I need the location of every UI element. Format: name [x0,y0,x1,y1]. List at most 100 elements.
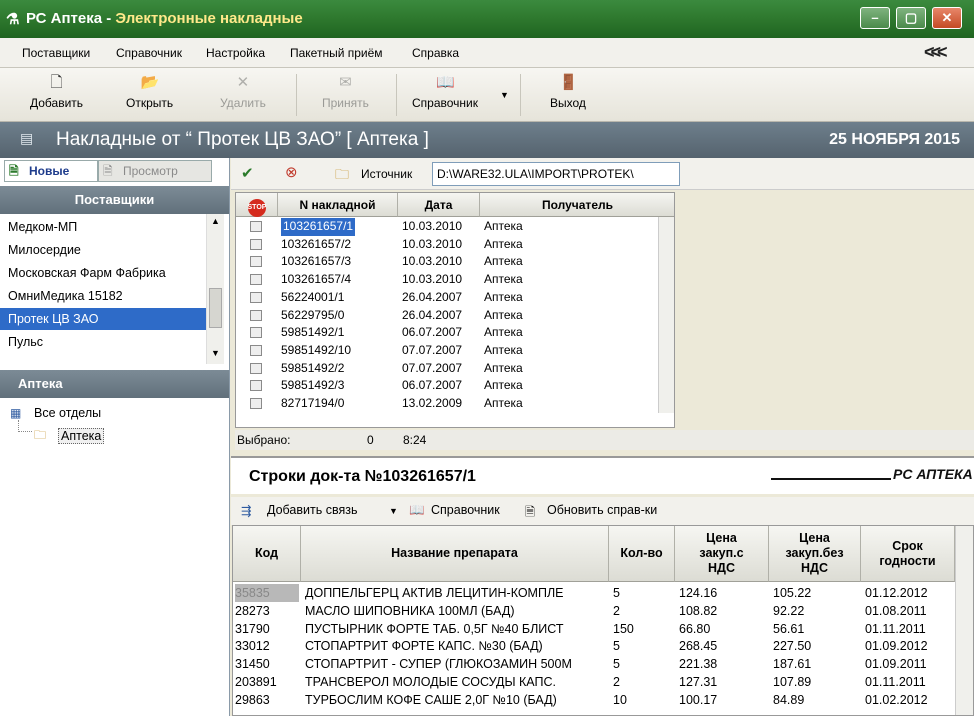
lines-grid-scrollbar[interactable] [955,526,973,715]
column-expiry[interactable]: Срок годности [861,526,955,582]
line-quantity: 5 [613,657,620,672]
source-path-field[interactable]: D:\WARE32.ULA\IMPORT\PROTEK\ [432,162,680,186]
invoice-row[interactable]: 103261657/310.03.2010Аптека▼ [236,253,674,271]
supplier-item[interactable]: Милосердие [0,239,206,261]
invoice-number: 103261657/2 [281,236,352,251]
invoice-row[interactable]: 103261657/110.03.2010Аптека▼ [236,218,674,236]
invoice-row[interactable]: 59851492/106.07.2007Аптека▼ [236,324,674,342]
header-band: ▤ Накладные от “ Протек ЦВ ЗАО” [ Аптека… [0,122,974,158]
invoice-row[interactable]: 56229795/026.04.2007Аптека▼ [236,307,674,325]
tab-new[interactable]: 🗎 Новые [4,160,98,182]
invoice-recipient: Аптека [484,219,523,233]
left-panel: 🗎 Новые 🗎 Просмотр Поставщики Медком-МП … [0,158,230,716]
invoice-recipient: Аптека [484,289,523,304]
row-checkbox[interactable] [250,309,262,321]
scroll-down-icon[interactable]: ▼ [211,348,220,358]
row-checkbox[interactable] [250,238,262,250]
document-line-row[interactable]: 31450 СТОПАРТРИТ - СУПЕР (ГЛЮКОЗАМИН 500М… [233,655,973,673]
document-line-row[interactable]: 203891 ТРАНСВЕРОЛ МОЛОДЫЕ СОСУДЫ КАПС. 2 12… [233,673,973,691]
document-line-row[interactable]: 35835 ДОППЕЛЬГЕРЦ АКТИВ ЛЕЦИТИН-КОМПЛЕ 5 12… [233,584,973,602]
invoice-grid-scrollbar[interactable] [658,217,674,413]
document-line-row[interactable]: 29863 ТУРБОСЛИМ КОФЕ САШЕ 2,0Г №10 (БАД) 1… [233,691,973,709]
document-lines-header: Строки док-та №103261657/1 РС АПТЕКА [231,456,974,494]
line-quantity: 150 [613,621,634,636]
invoice-recipient: Аптека [484,307,523,322]
document-lines-toolbar: ⇶ Добавить связь ▼ 📖 Справочник 🗎 Обнови… [231,497,974,525]
invoice-row[interactable]: 59851492/306.07.2007Аптека▼ [236,377,674,395]
document-lines-title: Строки док-та №103261657/1 [249,468,476,485]
line-drug-name: ТРАНСВЕРОЛ МОЛОДЫЕ СОСУДЫ КАПС. [305,675,556,689]
tab-viewed[interactable]: 🗎 Просмотр [98,160,212,182]
row-checkbox[interactable] [250,327,262,339]
tab-new-label: Новые [29,164,70,178]
invoice-row[interactable]: 82717194/013.02.2009Аптека▼ [236,395,674,413]
add-link-button[interactable]: Добавить связь [267,503,357,517]
toolbar-separator [396,74,397,116]
column-drug-name[interactable]: Название препарата [301,526,609,582]
exit-button[interactable]: 🚪 Выход [550,74,586,110]
scroll-up-icon[interactable]: ▲ [211,216,220,226]
tree-root-all-departments[interactable]: Все отделы [34,406,101,420]
column-recipient[interactable]: Получатель [480,193,674,217]
menu-reference[interactable]: Справочник [116,46,182,60]
line-drug-name: ДОППЕЛЬГЕРЦ АКТИВ ЛЕЦИТИН-КОМПЛЕ [305,586,564,600]
refresh-references-button[interactable]: Обновить справ-ки [547,503,657,517]
window-title: РС Аптека - Электронные накладные [26,10,303,27]
accept-button[interactable]: ✉ Принять [322,74,369,110]
row-checkbox[interactable] [250,221,262,232]
menu-suppliers[interactable]: Поставщики [22,46,90,60]
row-checkbox[interactable] [250,380,262,392]
document-line-row[interactable]: 28273 МАСЛО ШИПОВНИКА 100МЛ (БАД) 2 108.82 9… [233,602,973,620]
delete-button-label: Удалить [220,96,266,110]
reference-button[interactable]: 📖 Справочник [412,74,478,110]
open-button[interactable]: 📂 Открыть [126,74,173,110]
tree-item-pharmacy[interactable]: Аптека [58,428,105,444]
invoice-row[interactable]: 103261657/210.03.2010Аптека▼ [236,236,674,254]
invoice-row[interactable]: 59851492/1007.07.2007Аптека▼ [236,342,674,360]
line-price-without-vat: 227.50 [773,639,812,654]
row-checkbox[interactable] [250,256,262,268]
maximize-button[interactable]: ▢ [896,7,926,29]
invoice-row[interactable]: 56224001/126.04.2007Аптека▼ [236,289,674,307]
delete-button[interactable]: ✕ Удалить [220,74,266,110]
reference-button-label: Справочник [412,96,478,110]
menu-help[interactable]: Справка [412,46,459,60]
invoice-row[interactable]: 59851492/207.07.2007Аптека▼ [236,360,674,378]
scroll-thumb[interactable] [209,288,222,328]
row-checkbox[interactable] [250,344,262,356]
document-line-row[interactable]: 33012 СТОПАРТРИТ ФОРТЕ КАПС. №30 (БАД) 5 26… [233,637,973,655]
supplier-item[interactable]: Пульс [0,331,206,353]
window-subtitle: Электронные накладные [115,10,303,27]
invoice-number: 103261657/1 [281,218,356,236]
invoice-date: 26.04.2007 [402,307,463,322]
add-link-dropdown-icon[interactable]: ▼ [389,506,398,516]
lines-reference-button[interactable]: Справочник [431,503,500,517]
supplier-item[interactable]: Медком-МП [0,216,206,238]
column-invoice-number[interactable]: N накладной [278,193,398,217]
supplier-item[interactable]: ОмниМедика 15182 [0,285,206,307]
column-code[interactable]: Код [233,526,301,582]
row-checkbox[interactable] [250,398,262,409]
column-price-with-vat[interactable]: Цена закуп.с НДС [675,526,769,582]
minimize-button[interactable]: – [860,7,890,29]
reference-dropdown-arrow-icon[interactable]: ▼ [500,90,509,100]
row-checkbox[interactable] [250,362,262,374]
menu-settings[interactable]: Настройка [206,46,265,60]
column-quantity[interactable]: Кол-во [609,526,675,582]
row-checkbox[interactable] [250,274,262,286]
document-line-row[interactable]: 31790 ПУСТЫРНИК ФОРТЕ ТАБ. 0,5Г №40 БЛИСТ… [233,620,973,638]
cancel-icon[interactable]: ⊗ [285,163,298,181]
check-icon[interactable]: ✔ [241,164,254,182]
column-price-without-vat[interactable]: Цена закуп.без НДС [769,526,861,582]
column-date[interactable]: Дата [398,193,480,217]
supplier-item-selected[interactable]: Протек ЦВ ЗАО [0,308,206,330]
row-checkbox[interactable] [250,291,262,303]
suppliers-scrollbar[interactable]: ▲ ▼ [206,214,224,364]
open-folder-icon: 📂 [140,74,160,91]
supplier-item[interactable]: Московская Фарм Фабрика [0,262,206,284]
close-button[interactable]: ✕ [932,7,962,29]
invoice-row[interactable]: 103261657/410.03.2010Аптека▼ [236,271,674,289]
menu-batch-receive[interactable]: Пакетный приём [290,46,383,60]
add-button[interactable]: 🗋 Добавить [30,74,83,110]
line-quantity: 5 [613,586,620,600]
